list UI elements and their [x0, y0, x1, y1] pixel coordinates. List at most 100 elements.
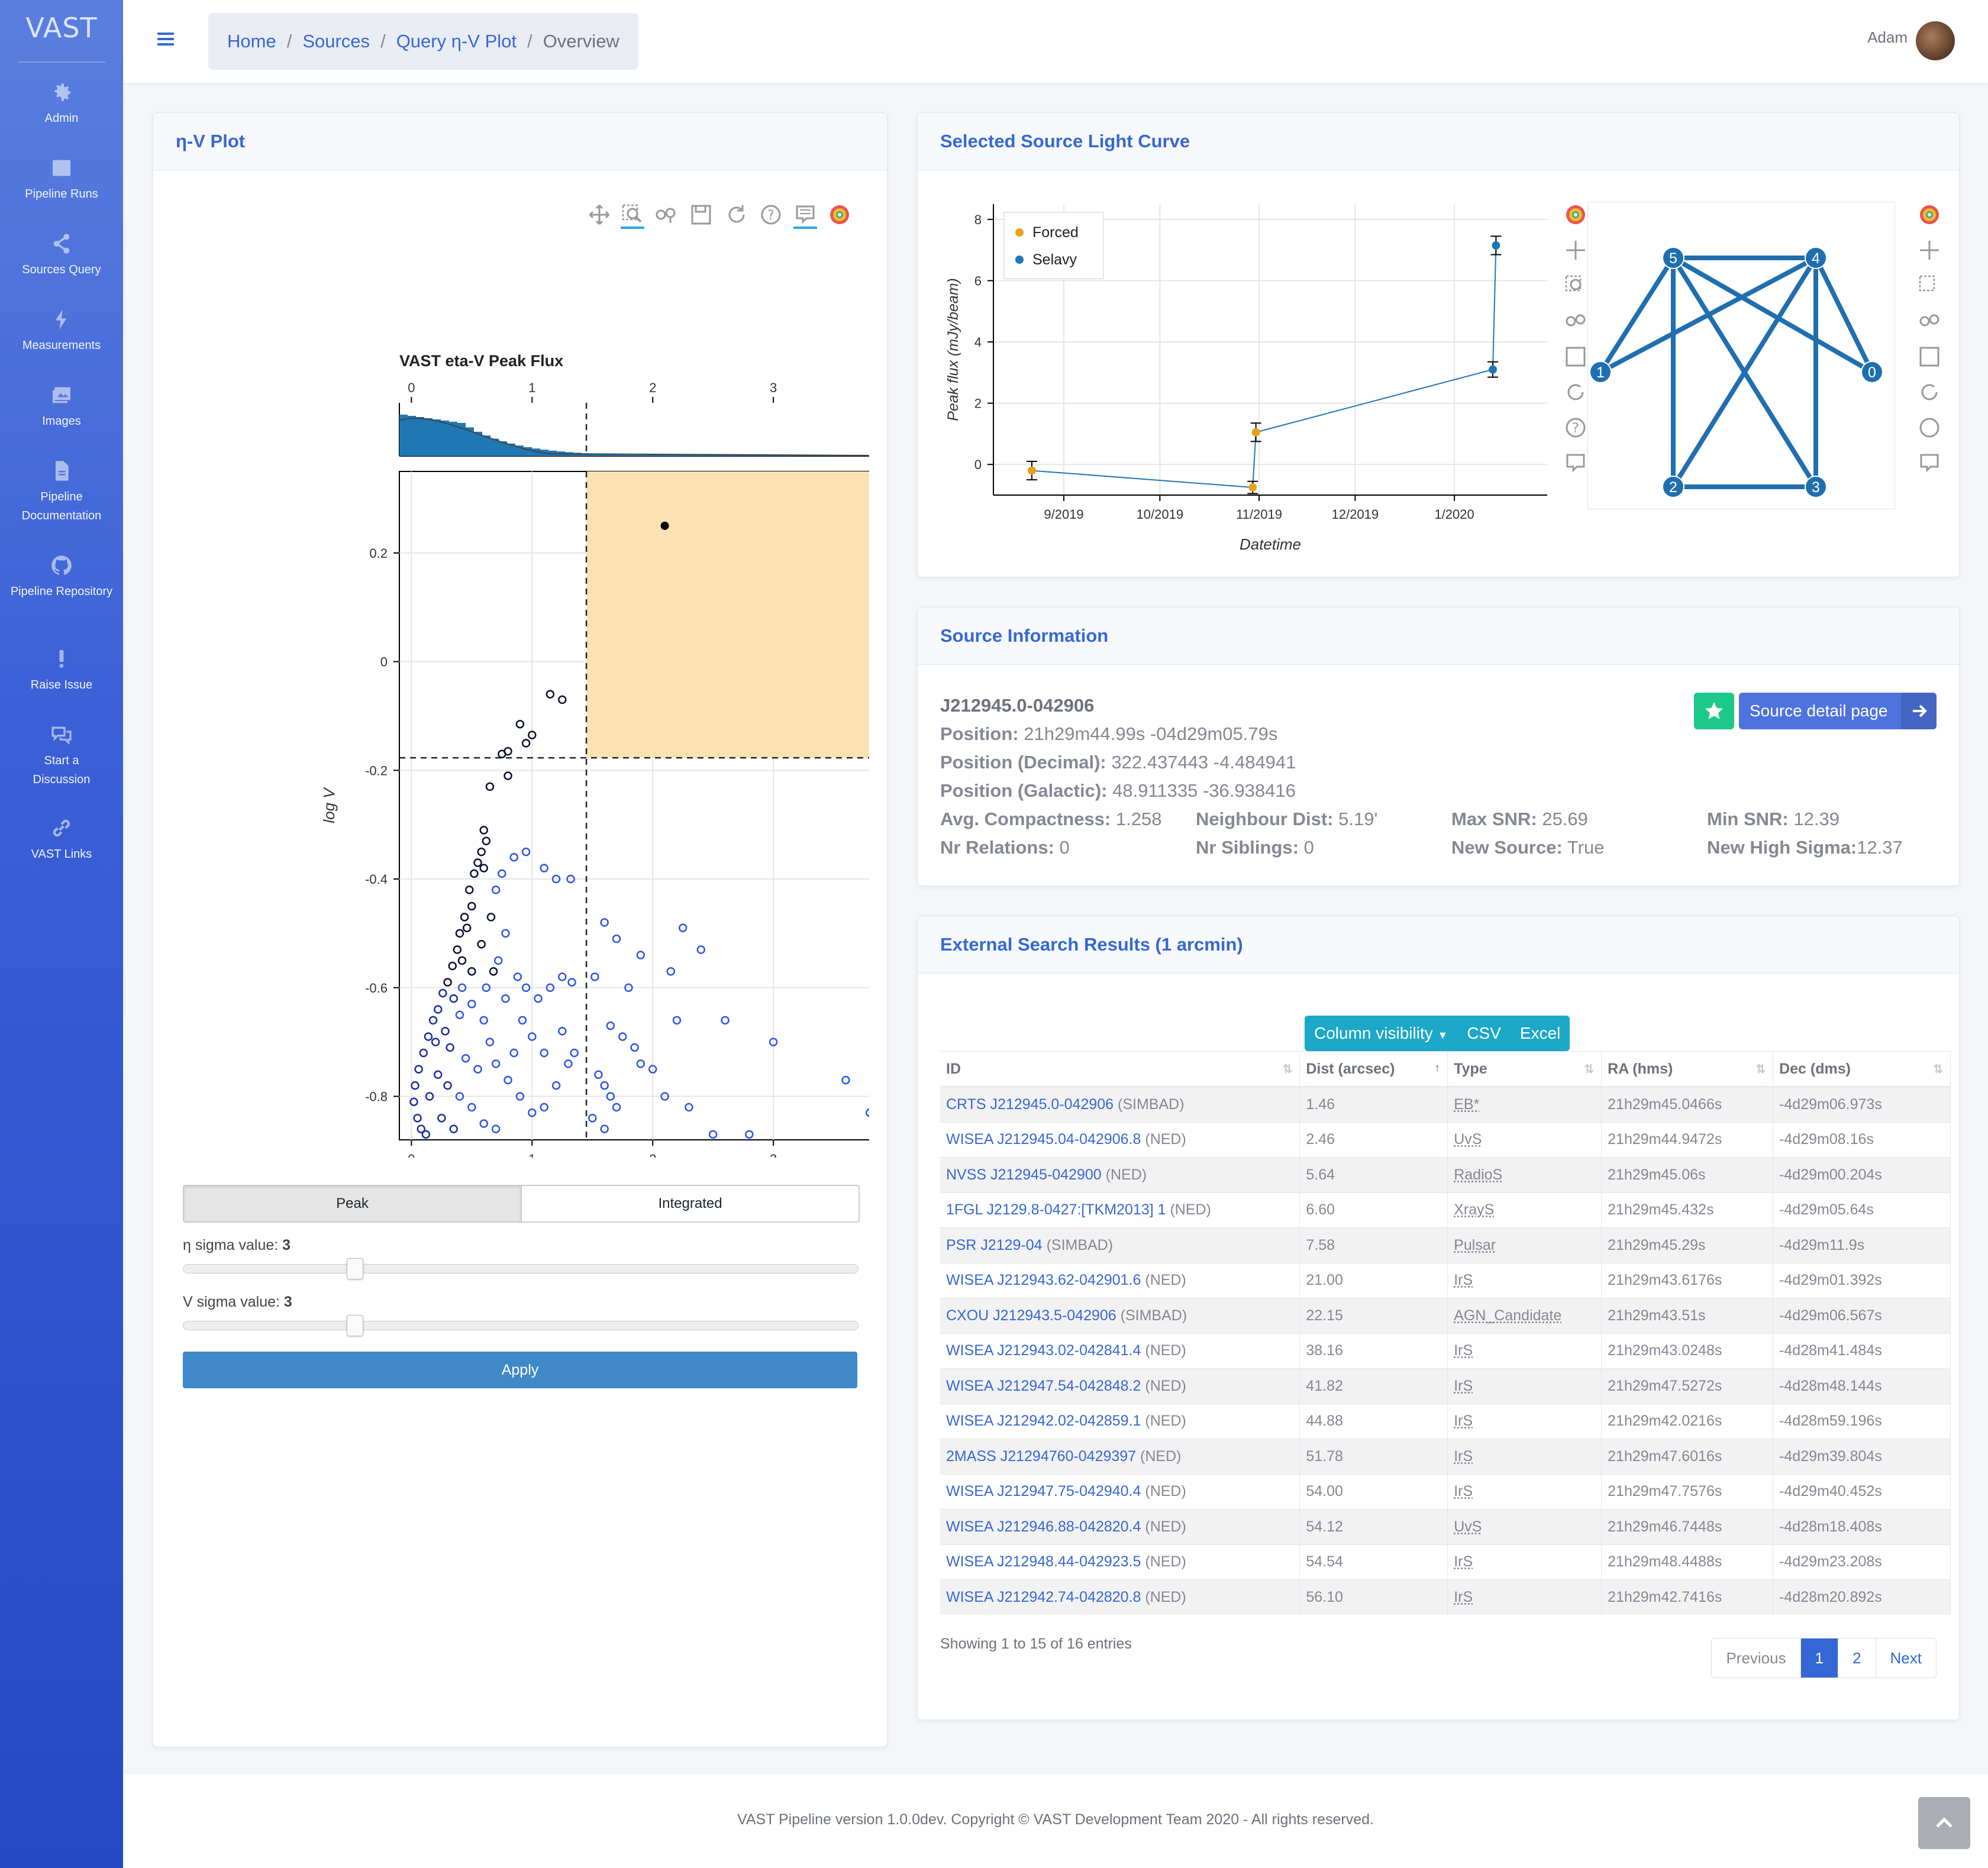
result-id-link[interactable]: WISEA J212947.54-042848.2	[946, 1378, 1141, 1394]
wheel-zoom-tool-icon[interactable]	[654, 203, 677, 227]
reset-tool-icon[interactable]	[1918, 380, 1941, 404]
result-id-link[interactable]: CXOU J212943.5-042906	[946, 1307, 1116, 1324]
wheel-zoom-tool-icon[interactable]	[1564, 309, 1587, 333]
result-db: (NED)	[1145, 1342, 1186, 1359]
data-point[interactable]	[1489, 365, 1498, 374]
source-detail-button[interactable]: Source detail page	[1739, 693, 1937, 729]
result-id-link[interactable]: CRTS J212945.0-042906	[946, 1096, 1114, 1113]
pan-tool-icon[interactable]	[588, 203, 611, 227]
result-id-link[interactable]: PSR J2129-04	[946, 1237, 1043, 1253]
bokeh-logo-icon[interactable]	[1918, 203, 1941, 227]
box-zoom-tool-icon[interactable]	[621, 203, 644, 229]
pan-tool-icon[interactable]	[1564, 238, 1587, 262]
data-point[interactable]	[1248, 483, 1257, 492]
brand-logo[interactable]: VAST	[0, 12, 123, 44]
sidebar-item-measurements[interactable]: Measurements	[0, 308, 123, 355]
selected-point[interactable]	[660, 521, 669, 530]
box-zoom-tool-icon[interactable]	[1564, 274, 1587, 298]
save-tool-icon[interactable]	[1918, 345, 1941, 369]
exclamation-icon	[59, 650, 64, 668]
relations-graph[interactable]: 0 1 2 3 4 5	[1587, 202, 1895, 509]
table-cell: IrS	[1447, 1262, 1602, 1298]
result-id-link[interactable]: NVSS J212945-042900	[946, 1166, 1102, 1183]
user-name[interactable]: Adam	[1867, 28, 1908, 47]
reset-tool-icon[interactable]	[1564, 380, 1587, 404]
light-curve-chart[interactable]: 9/2019 10/2019 11/2019 12/2019 1/2020 0 2 4 6 8 Fo…	[935, 190, 1563, 568]
pagination-page-2[interactable]: 2	[1838, 1638, 1875, 1678]
bokeh-logo-icon[interactable]	[828, 203, 851, 227]
result-id-link[interactable]: WISEA J212942.74-042820.8	[946, 1589, 1141, 1605]
bokeh-logo-icon[interactable]	[1564, 203, 1587, 227]
wheel-zoom-tool-icon[interactable]	[1918, 309, 1941, 333]
eta-v-chart[interactable]: 0123-0.8-0.6-0.4-0.200.2log ηlog VVAST e…	[171, 235, 869, 1158]
eta-sigma-slider[interactable]	[183, 1264, 859, 1274]
result-id-link[interactable]: WISEA J212948.44-042923.5	[946, 1553, 1141, 1570]
hamburger-menu-icon[interactable]	[156, 30, 175, 49]
pagination-next[interactable]: Next	[1875, 1638, 1936, 1678]
avatar[interactable]	[1916, 21, 1955, 60]
column-header[interactable]: RA (hms) ⇅	[1601, 1051, 1774, 1087]
pagination-previous[interactable]: Previous	[1712, 1638, 1800, 1678]
sidebar-item-admin[interactable]: Admin	[0, 80, 123, 128]
box-zoom-tool-icon[interactable]	[1918, 274, 1941, 298]
data-point[interactable]	[1251, 428, 1260, 437]
eta-sigma-slider-handle[interactable]	[347, 1258, 363, 1279]
column-header[interactable]: Dist (arcsec) ↑	[1299, 1051, 1448, 1087]
csv-button[interactable]: CSV	[1457, 1024, 1511, 1043]
hover-tool-icon[interactable]	[793, 203, 817, 229]
table-cell: WISEA J212946.88-042820.4 (NED)	[940, 1509, 1300, 1544]
integrated-toggle-button[interactable]: Integrated	[522, 1186, 859, 1221]
help-tool-icon[interactable]: ?	[759, 203, 783, 227]
hover-tool-icon[interactable]	[1918, 451, 1941, 475]
result-id-link[interactable]: WISEA J212943.02-042841.4	[946, 1342, 1141, 1359]
breadcrumb-home[interactable]: Home	[227, 31, 276, 52]
breadcrumb-sources[interactable]: Sources	[302, 31, 370, 52]
sidebar-item-pipeline-runs[interactable]: Pipeline Runs	[0, 156, 123, 203]
min-snr: Min SNR: 12.39	[1707, 809, 1839, 830]
result-dist: 54.54	[1306, 1553, 1343, 1570]
pan-tool-icon[interactable]	[1918, 238, 1941, 262]
column-header[interactable]: Dec (dms) ⇅	[1773, 1051, 1951, 1087]
eta-sigma-label: η sigma value: 3	[183, 1237, 291, 1254]
result-id-link[interactable]: WISEA J212943.62-042901.6	[946, 1272, 1141, 1288]
scroll-to-top-button[interactable]	[1918, 1797, 1970, 1849]
sidebar-item-pipeline-repository[interactable]: Pipeline Repository	[0, 554, 123, 601]
peak-toggle-button[interactable]: Peak	[184, 1186, 522, 1221]
apply-button[interactable]: Apply	[183, 1352, 857, 1388]
sidebar-item-vast-links[interactable]: VAST Links	[0, 816, 123, 864]
result-ra: 21h29m43.6176s	[1608, 1272, 1722, 1289]
reset-tool-icon[interactable]	[725, 203, 748, 227]
table-cell: 56.10	[1299, 1579, 1448, 1615]
help-tool-icon[interactable]	[1918, 416, 1941, 439]
x-tick-label: 0	[408, 1152, 415, 1158]
data-point[interactable]	[1492, 241, 1500, 250]
column-visibility-button[interactable]: Column visibility ▼	[1305, 1024, 1457, 1043]
sidebar-item-start-a-discussion[interactable]: Start a Discussion	[0, 723, 123, 789]
save-tool-icon[interactable]	[1564, 345, 1587, 369]
sidebar-item-raise-issue[interactable]: Raise Issue	[0, 647, 123, 694]
pagination-page-1[interactable]: 1	[1800, 1638, 1838, 1678]
breadcrumb-query[interactable]: Query η-V Plot	[396, 31, 517, 52]
hover-tool-icon[interactable]	[1564, 451, 1587, 475]
save-tool-icon[interactable]	[689, 203, 713, 227]
result-id-link[interactable]: WISEA J212946.88-042820.4	[946, 1518, 1141, 1535]
excel-button[interactable]: Excel	[1511, 1024, 1570, 1043]
result-id-link[interactable]: 1FGL J2129.8-0427:[TKM2013] 1	[946, 1201, 1166, 1218]
result-id-link[interactable]: 2MASS J21294760-0429397	[946, 1448, 1136, 1465]
v-sigma-slider[interactable]	[183, 1321, 859, 1330]
favourite-button[interactable]	[1694, 693, 1734, 729]
column-header[interactable]: ID ⇅	[940, 1051, 1300, 1087]
sidebar-item-sources-query[interactable]: Sources Query	[0, 232, 123, 279]
result-id-link[interactable]: WISEA J212942.02-042859.1	[946, 1413, 1141, 1429]
sidebar-item-pipeline-documentation[interactable]: Pipeline Documentation	[0, 459, 123, 525]
result-id-link[interactable]: WISEA J212947.75-042940.4	[946, 1483, 1141, 1499]
v-sigma-slider-handle[interactable]	[347, 1315, 363, 1336]
help-tool-icon[interactable]: ?	[1564, 416, 1587, 439]
caret-down-icon: ▼	[1437, 1029, 1448, 1041]
sidebar-item-images[interactable]: Images	[0, 383, 123, 431]
result-ra: 21h29m47.5272s	[1608, 1377, 1722, 1394]
column-header[interactable]: Type ⇅	[1447, 1051, 1602, 1087]
result-dec: -4d29m00.204s	[1779, 1166, 1882, 1183]
result-id-link[interactable]: WISEA J212945.04-042906.8	[946, 1131, 1141, 1148]
data-point[interactable]	[1027, 466, 1036, 475]
